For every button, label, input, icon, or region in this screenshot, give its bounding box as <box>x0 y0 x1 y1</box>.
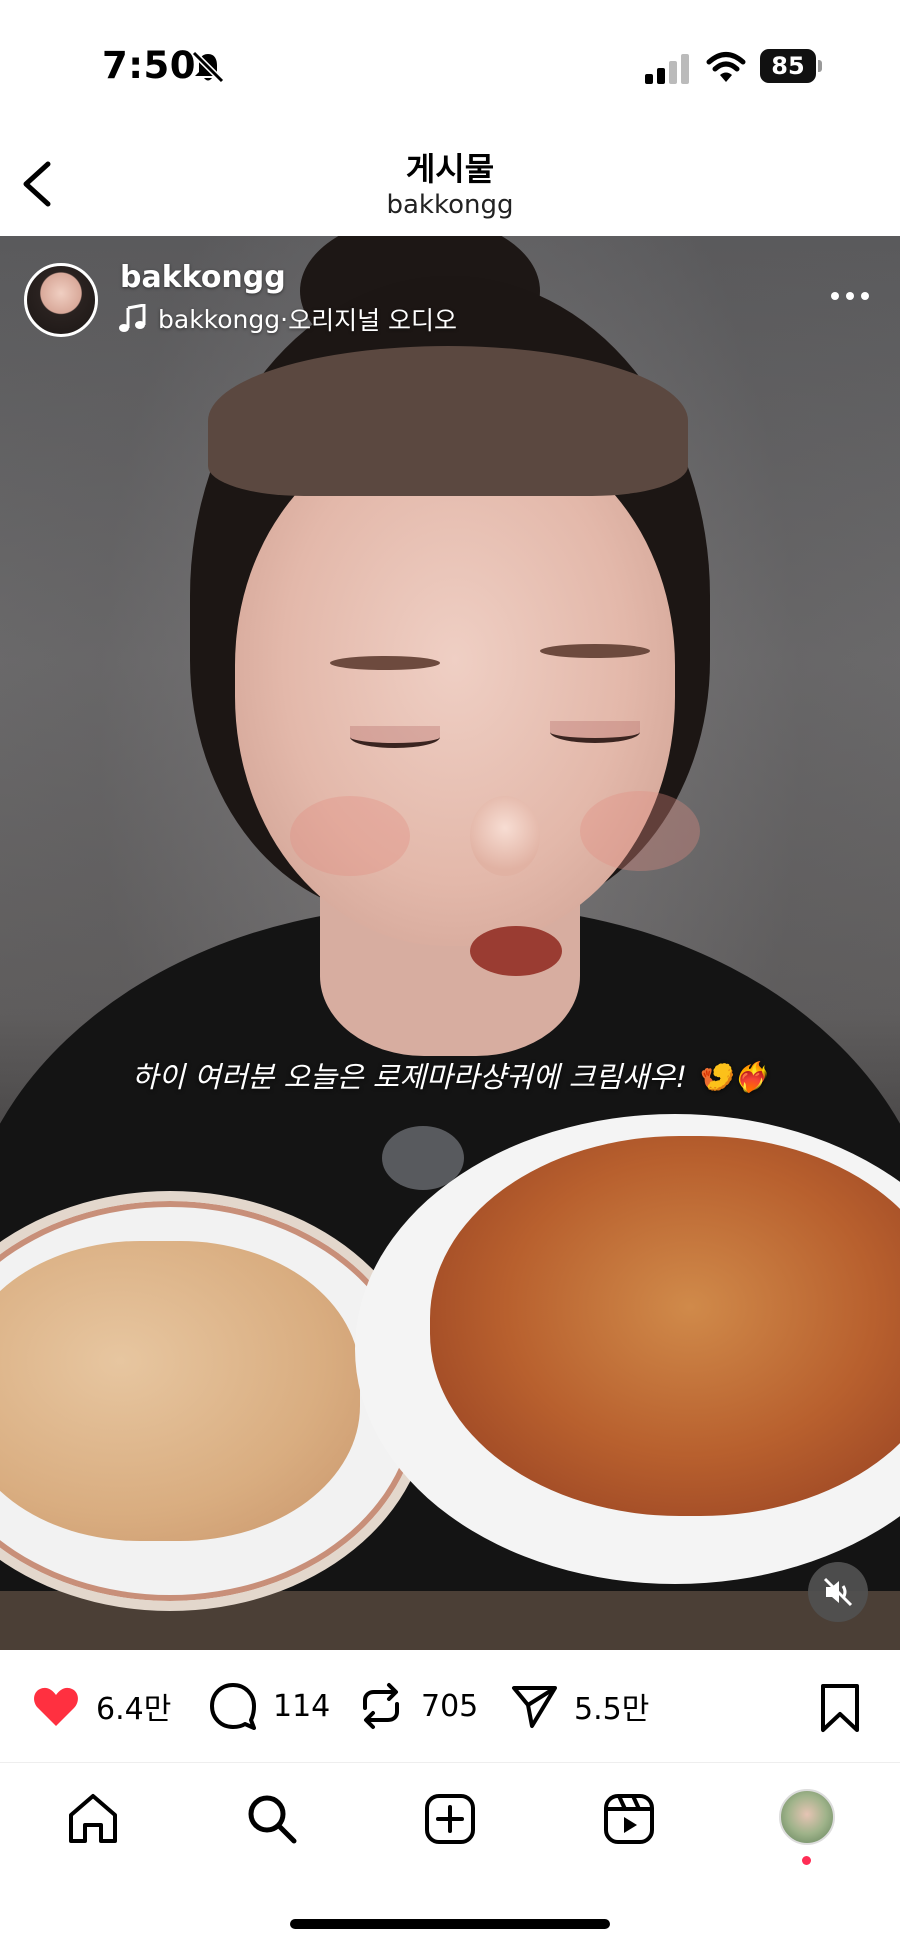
poster-avatar[interactable] <box>24 263 98 337</box>
repost-button[interactable]: 705 <box>355 1680 478 1732</box>
video-scene <box>580 791 700 871</box>
audio-username: bakkongg <box>158 304 281 334</box>
video-player[interactable]: bakkongg bakkongg · 오리지널 오디오 하이 여러분 오늘은 … <box>0 236 900 1650</box>
video-scene <box>330 656 440 670</box>
music-note-icon <box>119 304 146 332</box>
cellular-signal-icon <box>645 54 689 84</box>
comment-icon <box>210 1683 256 1730</box>
page-subtitle: bakkongg <box>386 190 514 220</box>
battery-level: 85 <box>760 49 816 83</box>
audio-link[interactable]: bakkongg · 오리지널 오디오 <box>118 301 457 337</box>
repost-icon <box>363 1683 399 1729</box>
more-options-button[interactable] <box>820 276 880 316</box>
share-button[interactable]: 5.5만 <box>508 1680 649 1732</box>
search-icon[interactable] <box>244 1791 300 1847</box>
poster-username[interactable]: bakkongg <box>120 260 286 295</box>
mute-button[interactable] <box>808 1562 868 1622</box>
battery-icon: 85 <box>760 49 822 83</box>
video-scene <box>235 426 675 946</box>
profile-avatar[interactable] <box>779 1789 835 1845</box>
post-header: 게시물 bakkongg <box>0 130 900 236</box>
video-scene <box>0 1241 360 1541</box>
video-scene <box>430 1136 900 1516</box>
home-indicator <box>290 1919 610 1929</box>
tab-bar <box>0 1763 900 1951</box>
battery-tip <box>818 60 822 72</box>
audio-separator: · <box>280 304 289 334</box>
repost-count: 705 <box>421 1688 479 1724</box>
comment-button[interactable]: 114 <box>207 1680 330 1732</box>
video-scene <box>550 721 640 743</box>
video-scene <box>540 644 650 658</box>
notification-dot <box>802 1856 811 1865</box>
create-icon[interactable] <box>422 1791 478 1847</box>
heart-icon <box>34 1687 78 1726</box>
like-count: 6.4만 <box>96 1692 172 1727</box>
bell-slash-icon <box>191 50 225 84</box>
send-icon <box>512 1686 557 1728</box>
home-icon[interactable] <box>65 1791 121 1847</box>
video-scene <box>208 346 688 496</box>
post-actions: 6.4만 114 705 5.5만 <box>0 1650 900 1762</box>
video-scene <box>290 796 410 876</box>
wifi-icon <box>706 52 746 82</box>
share-count: 5.5만 <box>574 1692 650 1727</box>
status-time: 7:50 <box>102 44 197 87</box>
reels-icon[interactable] <box>601 1791 657 1847</box>
video-scene <box>470 796 540 876</box>
bookmark-button[interactable] <box>815 1682 865 1734</box>
comment-count: 114 <box>273 1688 331 1724</box>
video-scene <box>350 726 440 748</box>
like-button[interactable]: 6.4만 <box>30 1680 171 1732</box>
page-title: 게시물 <box>405 150 495 188</box>
video-scene <box>470 926 562 976</box>
status-bar: 7:50 85 <box>0 0 900 130</box>
audio-label: 오리지널 오디오 <box>288 306 458 335</box>
video-caption: 하이 여러분 오늘은 로제마라샹궈에 크림새우! 🍤❤️‍🔥 <box>131 1060 769 1094</box>
